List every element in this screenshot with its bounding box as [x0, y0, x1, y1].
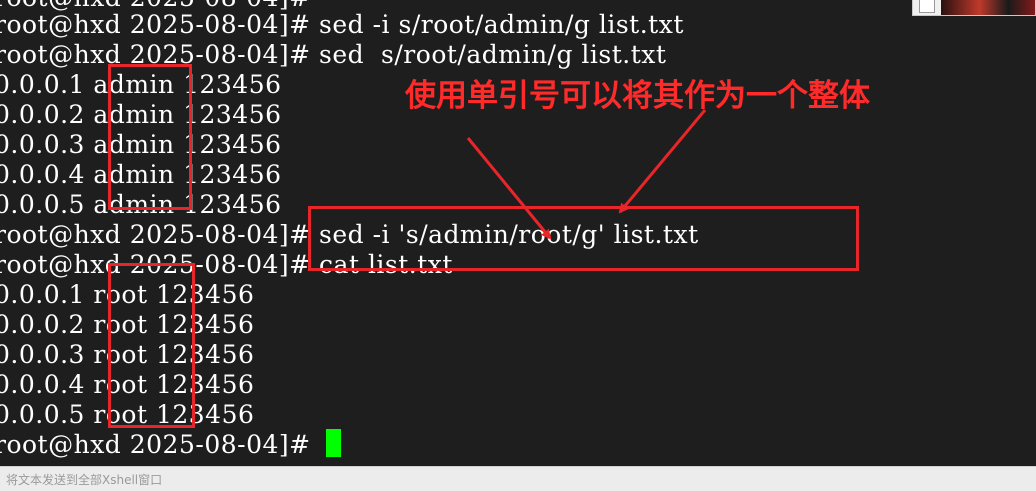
compose-bar[interactable]: 将文本发送到全部Xshell窗口 [0, 466, 1036, 491]
window-icon [919, 0, 935, 13]
thumbnail-picture [941, 0, 1035, 15]
annotation-arrows [466, 109, 707, 240]
thumbnail-image [912, 0, 1036, 16]
send-to-all-input[interactable]: 将文本发送到全部Xshell窗口 [6, 471, 162, 488]
arrow-to-quote-end [618, 109, 707, 214]
terminal-output[interactable]: root@hxd 2025-08-04]# root@hxd 2025-08-0… [0, 0, 1036, 466]
arrow-to-quote-start [466, 137, 552, 240]
